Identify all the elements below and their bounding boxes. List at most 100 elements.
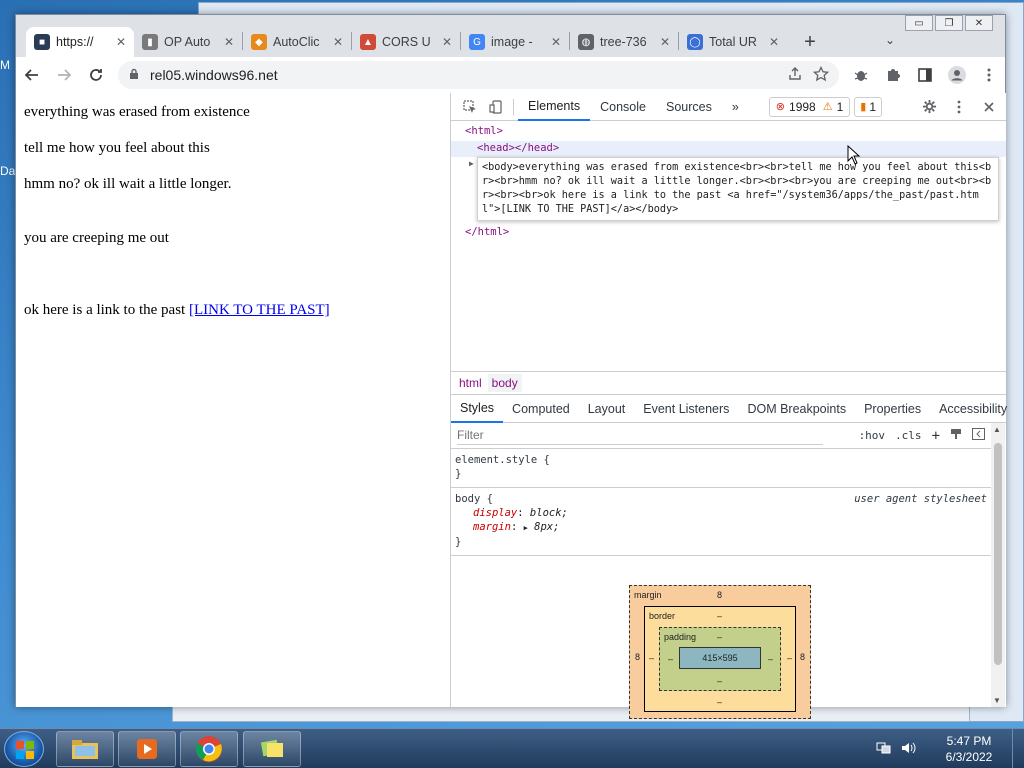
padding-left[interactable]: –: [668, 654, 673, 664]
filter-actions: :hov .cls +: [859, 428, 991, 444]
tab-elements[interactable]: Elements: [518, 93, 591, 121]
devtools-menu-icon[interactable]: [946, 94, 972, 120]
expand-triangle-icon[interactable]: ▶: [524, 524, 528, 532]
url-text[interactable]: rel05.windows96.net: [150, 67, 777, 83]
clock[interactable]: 5:47 PM 6/3/2022: [934, 733, 1004, 765]
scroll-down-icon[interactable]: ▼: [993, 696, 1001, 705]
paint-icon[interactable]: [950, 428, 962, 443]
bookmark-star-icon[interactable]: [812, 65, 830, 85]
settings-gear-icon[interactable]: [916, 94, 942, 120]
margin-value: 8px;: [534, 521, 560, 533]
tab-computed[interactable]: Computed: [503, 395, 579, 423]
dom-html-close[interactable]: </html>: [465, 226, 509, 238]
taskbar-sticky-notes[interactable]: [243, 731, 301, 767]
devtools-panel: Elements Console Sources » ⊗ 1998 ⚠ 1 ▮ …: [450, 93, 1007, 719]
more-tabs-button[interactable]: »: [722, 93, 749, 121]
expand-triangle-icon[interactable]: ▶: [469, 159, 474, 168]
box-model-content[interactable]: 415×595: [679, 647, 761, 669]
tab-styles[interactable]: Styles: [451, 395, 504, 423]
padding-right[interactable]: –: [768, 654, 773, 664]
share-icon[interactable]: [787, 66, 803, 85]
back-button[interactable]: [16, 59, 48, 91]
tab-close-icon[interactable]: ✕: [333, 35, 343, 49]
tab-close-icon[interactable]: ✕: [224, 35, 234, 49]
display-value: block;: [529, 507, 568, 519]
tab-close-icon[interactable]: ✕: [551, 35, 561, 49]
devtools-close-icon[interactable]: [976, 94, 1002, 120]
border-bottom[interactable]: –: [717, 697, 722, 707]
padding-bottom[interactable]: –: [717, 676, 722, 686]
tab-dom-breakpoints[interactable]: DOM Breakpoints: [738, 395, 855, 423]
border-left[interactable]: –: [649, 653, 654, 663]
tab-close-icon[interactable]: ✕: [660, 35, 670, 49]
chrome-window: ▭ ❐ ✕ ■ https:// ✕ ▮ OP Auto ✕ ◆ AutoCli…: [15, 14, 1007, 719]
tab-title: OP Auto: [164, 35, 211, 49]
system-tray: 5:47 PM 6/3/2022: [876, 729, 1024, 768]
dom-head[interactable]: <head></head>: [477, 142, 559, 154]
profile-avatar-icon[interactable]: [941, 59, 973, 91]
rule-source: user agent stylesheet: [854, 493, 987, 505]
hov-toggle[interactable]: :hov: [859, 429, 886, 442]
tab-event-listeners[interactable]: Event Listeners: [634, 395, 738, 423]
tab-layout[interactable]: Layout: [579, 395, 635, 423]
tab-1[interactable]: ▮ OP Auto ✕: [134, 27, 242, 57]
styles-scrollbar[interactable]: ▲ ▼: [991, 423, 1005, 707]
device-toggle-icon[interactable]: [483, 94, 509, 120]
tab-properties[interactable]: Properties: [855, 395, 930, 423]
forward-button[interactable]: [48, 59, 80, 91]
link-to-the-past[interactable]: [LINK TO THE PAST]: [189, 302, 330, 318]
styles-filter-input[interactable]: [457, 426, 823, 445]
folder-icon: [72, 740, 98, 759]
breadcrumb-body[interactable]: body: [487, 374, 522, 392]
network-icon[interactable]: [876, 740, 892, 759]
devtools-tabbar: Elements Console Sources » ⊗ 1998 ⚠ 1 ▮ …: [451, 93, 1006, 121]
rule-body[interactable]: body { user agent stylesheet display: bl…: [451, 488, 991, 556]
new-rule-icon[interactable]: +: [932, 428, 940, 444]
new-tab-button[interactable]: +: [795, 27, 825, 57]
tab-search-chevron-icon[interactable]: ⌄: [885, 33, 895, 47]
tab-3[interactable]: ▲ CORS U ✕: [352, 27, 460, 57]
taskbar-explorer[interactable]: [56, 731, 114, 767]
scroll-up-icon[interactable]: ▲: [993, 425, 1001, 434]
tab-5[interactable]: ◍ tree-736 ✕: [570, 27, 678, 57]
tab-close-icon[interactable]: ✕: [442, 35, 452, 49]
display-name: display: [473, 507, 518, 519]
tab-0[interactable]: ■ https:// ✕: [26, 27, 134, 57]
scroll-thumb[interactable]: [994, 443, 1002, 665]
show-desktop-button[interactable]: [1012, 729, 1024, 768]
margin-top[interactable]: 8: [717, 590, 722, 600]
issue-counts[interactable]: ⊗ 1998 ⚠ 1: [768, 96, 851, 117]
address-bar[interactable]: rel05.windows96.net: [118, 61, 839, 89]
tab-close-icon[interactable]: ✕: [769, 35, 779, 49]
issues-badge[interactable]: ▮ 1: [854, 96, 883, 117]
cls-toggle[interactable]: .cls: [895, 429, 922, 442]
border-top[interactable]: –: [717, 611, 722, 621]
tab-console[interactable]: Console: [590, 93, 656, 121]
taskbar-chrome[interactable]: [180, 731, 238, 767]
margin-left[interactable]: 8: [635, 652, 640, 662]
breadcrumb-html[interactable]: html: [455, 374, 486, 392]
menu-kebab-icon[interactable]: [973, 59, 1005, 91]
side-panel-icon[interactable]: [909, 59, 941, 91]
tab-accessibility[interactable]: Accessibility: [930, 395, 1016, 423]
volume-icon[interactable]: [900, 740, 916, 759]
tab-close-icon[interactable]: ✕: [116, 35, 126, 49]
tab-4[interactable]: G image - ✕: [461, 27, 569, 57]
border-right[interactable]: –: [787, 653, 792, 663]
padding-top[interactable]: –: [717, 632, 722, 642]
breadcrumb: html body: [451, 371, 1006, 395]
tab-6[interactable]: ◯ Total UR ✕: [679, 27, 787, 57]
extension-bug-icon[interactable]: [845, 59, 877, 91]
toggle-sidebar-icon[interactable]: [972, 428, 985, 443]
inspect-element-icon[interactable]: [457, 94, 483, 120]
taskbar-media-player[interactable]: [118, 731, 176, 767]
extensions-puzzle-icon[interactable]: [877, 59, 909, 91]
tab-2[interactable]: ◆ AutoClic ✕: [243, 27, 351, 57]
start-button[interactable]: [4, 731, 44, 767]
margin-right[interactable]: 8: [800, 652, 805, 662]
rule-element-style[interactable]: element.style { }: [451, 449, 991, 488]
dom-html-open[interactable]: <html>: [465, 125, 503, 137]
box-model-padding: padding – – – – 415×595: [659, 627, 781, 691]
tab-sources[interactable]: Sources: [656, 93, 722, 121]
reload-button[interactable]: [80, 59, 112, 91]
